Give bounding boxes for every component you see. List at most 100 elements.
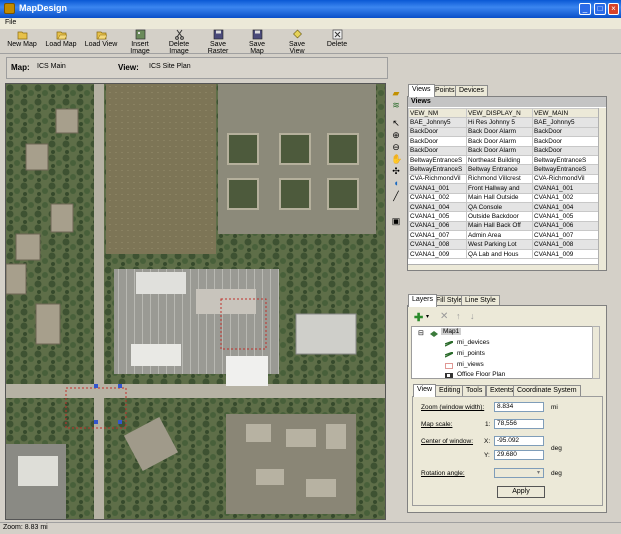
insert-image-button[interactable]: Insert Image [122, 29, 158, 55]
scale-prefix: 1: [485, 421, 491, 428]
load-view-button[interactable]: Load View [84, 29, 118, 53]
views-vertical-scrollbar[interactable] [598, 108, 606, 270]
table-cell: Beltway Entrance [466, 164, 533, 175]
region-icon[interactable]: ◖ [391, 178, 401, 188]
save-map-button[interactable]: Save Map [242, 29, 272, 55]
y-label: Y: [484, 452, 490, 459]
image-layer-icon [445, 373, 453, 378]
region-layer-icon [445, 363, 453, 369]
table-cell: Back Door Alarm [466, 145, 533, 156]
layer-tree: ⊟ Map1 mi_devices mi_points mi_views Off… [411, 326, 597, 379]
table-cell: CVANA1_007 [408, 230, 467, 241]
table-row[interactable]: CVANA1_002 Main Hall Outside CVANA1_002 [408, 192, 599, 203]
map-name: ICS Main [37, 63, 66, 70]
table-cell: BackDoor [408, 126, 467, 138]
table-row[interactable]: BackDoor Back Door Alarm BackDoor [408, 145, 599, 156]
minimize-icon[interactable]: _ [579, 3, 591, 15]
views-grid-panel: Views VEW_NM VEW_DISPLAY_N VEW_MAIN BAE_… [407, 96, 607, 271]
map-canvas[interactable] [5, 83, 386, 520]
table-cell: CVANA1_007 [532, 230, 599, 241]
table-row[interactable]: BackDoor Back Door Alarm BackDoor [408, 136, 599, 147]
label-tool-icon[interactable]: ▣ [391, 216, 401, 226]
zoom-field[interactable]: 8.834 [494, 402, 544, 412]
table-cell: CVANA1_004 [408, 201, 467, 213]
table-cell: Back Door Alarm [466, 126, 533, 138]
insert-image-label: Insert Image [130, 41, 150, 55]
column-header[interactable]: VEW_NM [408, 107, 467, 119]
table-row[interactable]: BAE_Johnny5 Hi Res Johnny 5 BAE_Johnny5 [408, 117, 599, 128]
pointer-icon[interactable]: ↖ [391, 118, 401, 128]
table-row[interactable]: CVANA1_008 West Parking Lot CVANA1_008 [408, 239, 599, 250]
center-y-field[interactable]: 29.680 [494, 450, 544, 460]
table-cell: CVA-RichmondVil [532, 173, 599, 185]
table-cell: Main Hall Outside [466, 192, 533, 203]
layer-item[interactable]: mi_points [457, 350, 485, 357]
new-map-label: New Map [7, 41, 37, 48]
table-row[interactable]: BackDoor Back Door Alarm BackDoor [408, 126, 599, 138]
new-map-button[interactable]: New Map [6, 29, 38, 53]
center-x-field[interactable]: -95.092 [494, 436, 544, 446]
table-row[interactable]: BeltwayEntranceS Beltway Entrance BeltwayE… [408, 164, 599, 175]
move-down-icon[interactable]: ↓ [470, 311, 475, 321]
center-icon[interactable]: ✣ [391, 166, 401, 176]
table-cell: Northeast Building [466, 154, 533, 166]
table-cell: CVANA1_002 [532, 192, 599, 203]
tab-view[interactable]: View [413, 384, 437, 397]
remove-layer-icon[interactable]: ✕ [440, 311, 448, 322]
tab-layers[interactable]: Layers [408, 294, 438, 307]
chevron-down-icon[interactable]: ▾ [537, 469, 540, 476]
table-row[interactable]: CVANA1_004 QA Console CVANA1_004 [408, 201, 599, 213]
table-cell: West Parking Lot [466, 239, 533, 250]
delete-button[interactable]: Delete [325, 29, 349, 53]
load-view-label: Load View [84, 41, 118, 48]
table-row[interactable]: CVANA1_001 Front Hallway and CVANA1_001 [408, 183, 599, 194]
table-row[interactable]: BeltwayEntranceS Northeast Building Beltwa… [408, 154, 599, 166]
table-row[interactable]: CVANA1_005 Outside Backdoor CVANA1_005 [408, 211, 599, 222]
layer-item[interactable]: mi_devices [457, 339, 490, 346]
tab-views[interactable]: Views [408, 84, 435, 97]
delete-image-button[interactable]: Delete Image [160, 29, 198, 55]
tree-root-map1[interactable]: Map1 [441, 328, 462, 335]
image-icon [135, 29, 145, 40]
zoom-in-icon[interactable]: ⊕ [391, 130, 401, 140]
apply-button[interactable]: Apply [497, 486, 545, 498]
table-cell: Admin Area [466, 230, 533, 241]
load-map-button[interactable]: Load Map [44, 29, 78, 53]
save-raster-button[interactable]: Save Raster [200, 29, 236, 55]
table-row[interactable]: CVANA1_009 QA Lab and Hous CVANA1_009 [408, 248, 599, 260]
view-label: View: [118, 63, 139, 72]
line-tool-icon[interactable]: ╱ [391, 191, 401, 201]
zoom-out-icon[interactable]: ⊖ [391, 142, 401, 152]
add-layer-icon[interactable]: ✚ [414, 311, 423, 324]
chevron-down-icon[interactable]: ▾ [426, 313, 429, 320]
layer-item[interactable]: mi_views [457, 361, 484, 368]
close-icon[interactable]: × [608, 3, 619, 15]
layers-icon[interactable]: ≋ [391, 100, 401, 110]
load-map-label: Load Map [45, 41, 77, 48]
table-cell: BackDoor [408, 136, 467, 147]
column-header[interactable]: VEW_DISPLAY_N [466, 107, 533, 119]
map-scale-field[interactable]: 78,556 [494, 419, 544, 429]
table-row[interactable]: CVA-RichmondVil Richmond Villcrest CVA-Ric… [408, 173, 599, 185]
tree-scrollbar[interactable] [592, 326, 600, 379]
table-row[interactable]: CVANA1_007 Admin Area CVANA1_007 [408, 230, 599, 241]
views-horizontal-scrollbar[interactable] [408, 264, 598, 270]
table-row[interactable]: CVANA1_006 Main Hall Back Off CVANA1_006 [408, 220, 599, 232]
table-cell: BeltwayEntranceS [408, 154, 467, 166]
menu-file[interactable]: File [5, 19, 16, 26]
table-cell: CVANA1_005 [408, 211, 467, 222]
open-folder-icon [56, 31, 67, 40]
open-folder-icon[interactable]: ▰ [391, 88, 401, 98]
table-cell: Back Door Alarm [466, 136, 533, 147]
pan-hand-icon[interactable]: ✋ [391, 154, 402, 164]
maximize-icon[interactable]: □ [594, 3, 606, 15]
save-view-button[interactable]: Save View [281, 29, 313, 55]
column-header[interactable]: VEW_MAIN [532, 107, 599, 119]
table-cell: Main Hall Back Off [466, 220, 533, 232]
menu-bar: File [0, 18, 621, 29]
collapse-icon[interactable]: ⊟ [418, 329, 424, 337]
layer-item[interactable]: Office Floor Plan [457, 371, 505, 378]
open-folder-icon [96, 31, 107, 40]
move-up-icon[interactable]: ↑ [456, 311, 461, 321]
view-name: ICS Site Plan [149, 63, 191, 70]
